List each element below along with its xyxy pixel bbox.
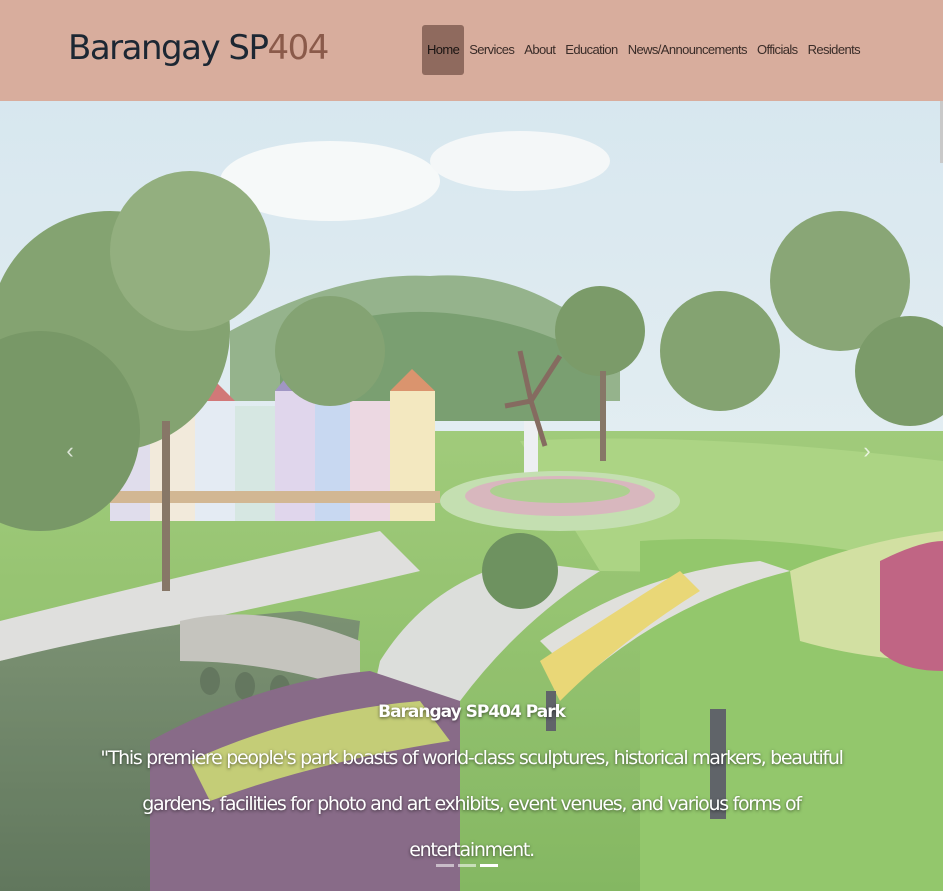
navbar: Barangay SP404 Home Services About Educa… [0, 0, 943, 101]
nav-residents[interactable]: Residents [803, 25, 865, 75]
nav-officials[interactable]: Officials [752, 25, 803, 75]
slide-description: "This premiere people's park boasts of w… [100, 747, 844, 861]
slide-title: Barangay SP404 Park [378, 702, 566, 722]
chevron-right-icon: › [863, 438, 871, 463]
brand-suffix: 404 [267, 28, 329, 68]
nav-news-announcements[interactable]: News/Announcements [623, 25, 752, 75]
main-nav: Home Services About Education News/Annou… [421, 25, 865, 75]
carousel-indicator[interactable] [436, 864, 454, 867]
carousel-prev-button[interactable]: ‹ [60, 431, 80, 471]
brand-logo[interactable]: Barangay SP404 [68, 24, 329, 72]
carousel-indicator[interactable] [458, 864, 476, 867]
nav-education[interactable]: Education [560, 25, 622, 75]
slide-caption: Barangay SP404 Park "This premiere peopl… [100, 697, 844, 873]
carousel-indicators [436, 864, 498, 867]
chevron-left-icon: ‹ [66, 438, 74, 463]
carousel-next-button[interactable]: › [857, 431, 877, 471]
nav-home[interactable]: Home [421, 25, 465, 75]
nav-services[interactable]: Services [464, 25, 519, 75]
nav-about[interactable]: About [519, 25, 560, 75]
brand-prefix: Barangay SP [68, 28, 269, 68]
carousel-indicator-active[interactable] [480, 864, 498, 867]
hero-carousel: ‹ › Barangay SP404 Park "This premiere p… [0, 101, 943, 891]
